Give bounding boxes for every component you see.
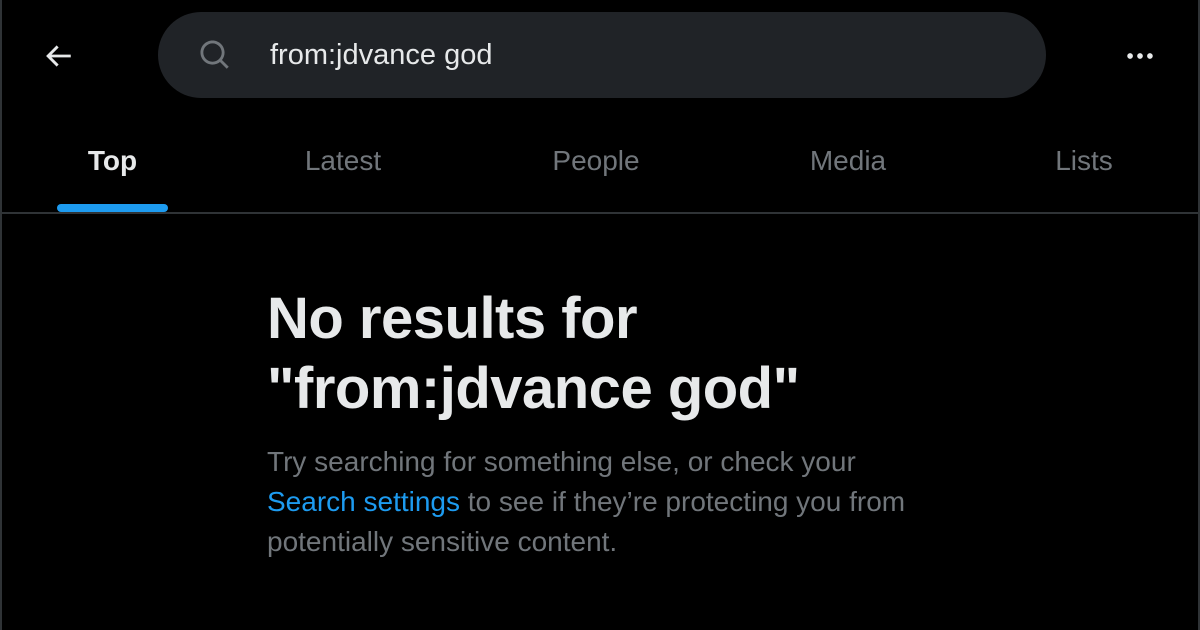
tab-media[interactable]: Media (778, 110, 918, 212)
active-tab-indicator (57, 204, 168, 212)
empty-state: No results for "from:jdvance god" Try se… (267, 284, 967, 562)
app-frame: Top Latest People Media Lists No results… (0, 0, 1200, 630)
back-button[interactable] (32, 30, 84, 82)
search-icon (200, 40, 229, 69)
empty-body-text-before: Try searching for something else, or che… (267, 446, 856, 477)
more-button[interactable] (1114, 30, 1166, 82)
arrow-left-icon (46, 45, 71, 67)
search-tabs: Top Latest People Media Lists (2, 110, 1200, 214)
empty-title-line2: "from:jdvance god" (267, 356, 800, 421)
empty-state-description: Try searching for something else, or che… (267, 442, 947, 562)
empty-state-title: No results for "from:jdvance god" (267, 284, 967, 424)
tab-people[interactable]: People (518, 110, 674, 212)
tab-latest[interactable]: Latest (272, 110, 414, 212)
tab-top[interactable]: Top (52, 110, 173, 212)
search-box[interactable] (158, 12, 1046, 98)
search-settings-link[interactable]: Search settings (267, 486, 460, 517)
more-horizontal-icon (1127, 53, 1153, 59)
empty-title-line1: No results for (267, 286, 638, 351)
tab-lists[interactable]: Lists (1022, 110, 1146, 212)
search-input[interactable] (270, 12, 990, 98)
